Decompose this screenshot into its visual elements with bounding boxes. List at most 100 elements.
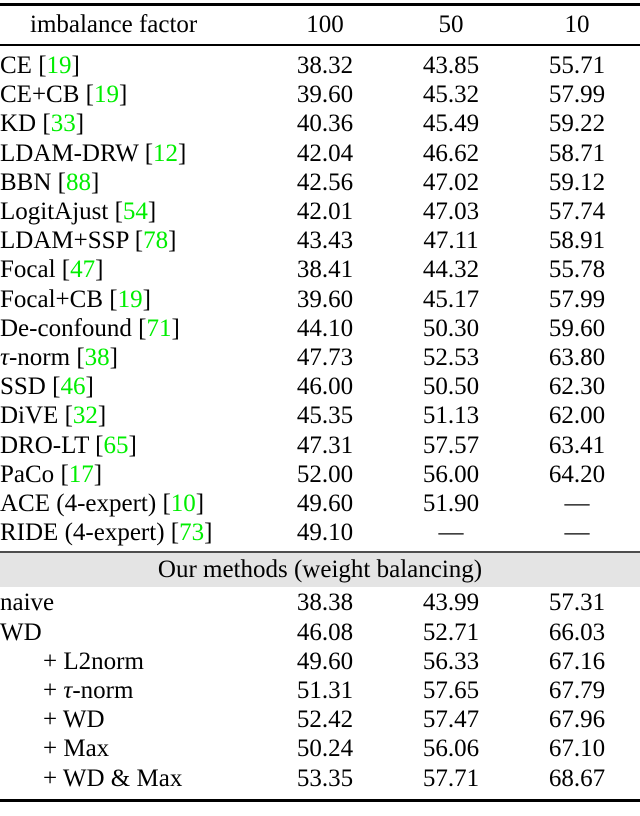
section-band-table: Our methods (weight balancing) bbox=[0, 553, 640, 588]
row-value-100: 44.10 bbox=[296, 314, 354, 342]
citation-bracket: ] bbox=[90, 168, 100, 196]
table-row: RIDE (4-expert) [73] 49.10 — — bbox=[0, 518, 640, 547]
row-value-100: 49.60 bbox=[296, 490, 354, 518]
citation-reference: 38 bbox=[84, 344, 110, 372]
row-value-50: 47.02 bbox=[422, 168, 480, 196]
table-row: DiVE [32] 45.35 51.13 62.00 bbox=[0, 401, 640, 430]
row-method-label: SSD [46] bbox=[0, 373, 94, 401]
row-value-10: 57.99 bbox=[548, 285, 606, 313]
row-value-10: 55.71 bbox=[548, 52, 606, 79]
row-value-10: 67.10 bbox=[548, 735, 606, 763]
row-value-100: 46.08 bbox=[296, 618, 354, 646]
citation-bracket: [ bbox=[109, 285, 118, 313]
tau-symbol: τ bbox=[63, 677, 73, 705]
prior-methods-body: CE [19] 38.32 43.85 55.71 CE+CB [19] 39.60 45.… bbox=[0, 51, 640, 547]
citation-bracket: ] bbox=[93, 460, 103, 488]
row-method-label: naive bbox=[0, 589, 55, 617]
row-value-100: 46.00 bbox=[296, 373, 354, 401]
row-value-10: 67.96 bbox=[548, 706, 606, 734]
table-header-row: imbalance factor 100 50 10 bbox=[0, 6, 640, 44]
citation-reference: 10 bbox=[170, 490, 196, 518]
citation-reference: 65 bbox=[103, 431, 129, 459]
row-value-100: 38.32 bbox=[296, 52, 354, 79]
row-method-label: CE [19] bbox=[0, 52, 80, 79]
row-method-label: LDAM+SSP [78] bbox=[0, 227, 177, 255]
row-value-100: 45.35 bbox=[296, 402, 354, 430]
citation-bracket: [ bbox=[144, 139, 154, 167]
citation-bracket: [ bbox=[60, 460, 69, 488]
citation-reference: 54 bbox=[122, 198, 148, 226]
row-value-100: 49.60 bbox=[296, 647, 354, 675]
table-row: naive 38.38 43.99 57.31 bbox=[0, 588, 640, 617]
citation-reference: 88 bbox=[65, 168, 91, 196]
row-value-100: 39.60 bbox=[296, 285, 354, 313]
citation-bracket: [ bbox=[42, 110, 51, 138]
row-value-10: 57.74 bbox=[548, 198, 606, 226]
section-band-label: Our methods (weight balancing) bbox=[157, 556, 483, 584]
row-value-10: 63.41 bbox=[548, 431, 606, 459]
table-row: PaCo [17] 52.00 56.00 64.20 bbox=[0, 460, 640, 489]
row-value-50: 45.49 bbox=[422, 110, 480, 138]
citation-bracket: ] bbox=[168, 227, 177, 255]
citation-bracket: ] bbox=[97, 402, 107, 430]
row-value-100: 42.04 bbox=[296, 139, 354, 167]
citation-bracket: ] bbox=[204, 519, 213, 547]
row-method-label: + WD bbox=[43, 706, 105, 734]
citation-reference: 32 bbox=[72, 402, 98, 430]
row-value-100: 47.73 bbox=[296, 344, 354, 372]
citation-reference: 73 bbox=[179, 519, 205, 547]
row-method-label: + τ-norm bbox=[43, 677, 134, 705]
citation-reference: 19 bbox=[93, 81, 119, 109]
citation-reference: 78 bbox=[143, 227, 169, 255]
row-value-100: 38.38 bbox=[296, 589, 354, 617]
citation-bracket: [ bbox=[61, 256, 71, 284]
row-value-10: — bbox=[564, 490, 590, 518]
row-method-label: LogitAjust [54] bbox=[0, 198, 157, 226]
row-value-50: 45.17 bbox=[422, 285, 480, 313]
citation-reference: 19 bbox=[117, 285, 143, 313]
citation-bracket: [ bbox=[170, 519, 180, 547]
row-value-50: 44.32 bbox=[422, 256, 480, 284]
row-value-10: 63.80 bbox=[548, 344, 606, 372]
our-methods-body: naive 38.38 43.99 57.31 WD 46.08 52.71 66.03 + L… bbox=[0, 588, 640, 792]
row-value-50: 57.57 bbox=[422, 431, 480, 459]
citation-bracket: ] bbox=[85, 373, 94, 401]
results-table: imbalance factor 100 50 10 bbox=[0, 6, 640, 44]
table-row: τ-norm [38] 47.73 52.53 63.80 bbox=[0, 343, 640, 372]
row-value-50: 47.03 bbox=[422, 198, 480, 226]
row-method-label: Focal+CB [19] bbox=[0, 285, 151, 313]
table-row: ACE (4-expert) [10] 49.60 51.90 — bbox=[0, 489, 640, 518]
citation-bracket: [ bbox=[57, 168, 66, 196]
row-method-label: + Max bbox=[43, 735, 110, 763]
citation-bracket: [ bbox=[85, 81, 94, 109]
citation-reference: 33 bbox=[50, 110, 76, 138]
table-row: Focal+CB [19] 39.60 45.17 57.99 bbox=[0, 285, 640, 314]
row-value-50: 43.99 bbox=[422, 589, 480, 617]
row-value-50: 57.47 bbox=[422, 706, 480, 734]
table-row: + WD 52.42 57.47 67.96 bbox=[0, 705, 640, 734]
section-band-row: Our methods (weight balancing) bbox=[0, 553, 640, 588]
table-row: DRO-LT [65] 47.31 57.57 63.41 bbox=[0, 431, 640, 460]
row-value-100: 42.56 bbox=[296, 168, 354, 196]
row-value-10: 66.03 bbox=[548, 618, 606, 646]
citation-bracket: [ bbox=[64, 402, 73, 430]
row-value-50: 50.30 bbox=[422, 314, 480, 342]
citation-bracket: [ bbox=[134, 227, 144, 255]
table-row: SSD [46] 46.00 50.50 62.30 bbox=[0, 372, 640, 401]
row-value-10: 55.78 bbox=[548, 256, 606, 284]
row-method-label: DiVE [32] bbox=[0, 402, 107, 430]
row-value-50: 56.06 bbox=[422, 735, 480, 763]
citation-bracket: [ bbox=[162, 490, 171, 518]
row-value-10: 58.71 bbox=[548, 139, 606, 167]
table-row: + WD & Max 53.35 57.71 68.67 bbox=[0, 764, 640, 793]
header-col-50: 50 bbox=[438, 11, 464, 38]
citation-bracket: [ bbox=[38, 52, 47, 79]
table-header-group: imbalance factor 100 50 10 bbox=[0, 6, 640, 44]
row-method-label: KD [33] bbox=[0, 110, 85, 138]
citation-bracket: ] bbox=[171, 314, 180, 342]
citation-bracket: ] bbox=[195, 490, 205, 518]
citation-bracket: ] bbox=[71, 52, 80, 79]
table-row: BBN [88] 42.56 47.02 59.12 bbox=[0, 168, 640, 197]
row-value-50: 47.11 bbox=[423, 227, 479, 255]
row-value-50: 51.13 bbox=[422, 402, 480, 430]
